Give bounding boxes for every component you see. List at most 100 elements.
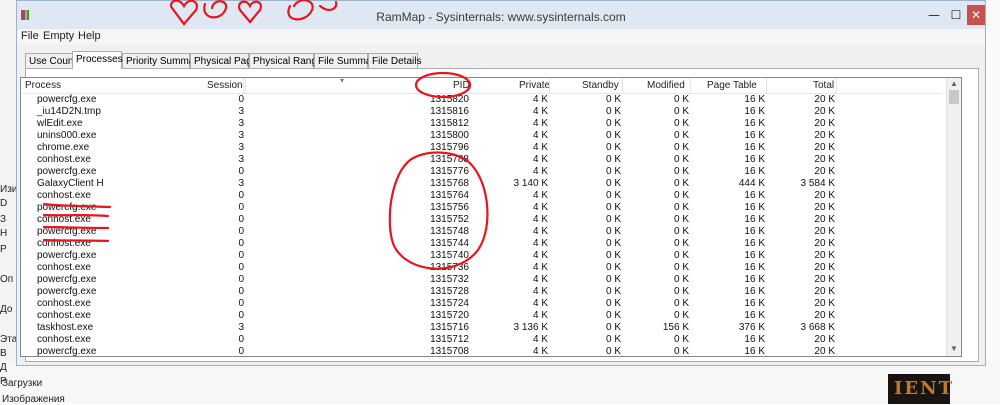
cell-page-table: 16 K (744, 166, 765, 177)
cell-standby: 0 K (605, 190, 621, 201)
col-separator[interactable] (836, 78, 837, 93)
menu-file[interactable]: File (21, 30, 39, 42)
tab-processes[interactable]: Processes (72, 51, 123, 69)
cell-process: conhost.exe (37, 298, 91, 309)
cell-standby: 0 K (605, 214, 621, 225)
tab-physical-ranges[interactable]: Physical Ranges (249, 53, 327, 68)
cell-modified: 0 K (673, 202, 689, 213)
cell-process: powercfg.exe (37, 202, 97, 213)
table-row[interactable]: powercfg.exe 0 1315732 4 K 0 K 0 K 16 K 20 K (21, 274, 941, 286)
col-private[interactable]: Private (519, 80, 550, 91)
cell-total: 20 K (814, 310, 835, 321)
table-row[interactable]: powercfg.exe 0 1315756 4 K 0 K 0 K 16 K 20 K (21, 202, 941, 214)
menu-help[interactable]: Help (78, 30, 101, 42)
table-row[interactable]: conhost.exe 0 1315724 4 K 0 K 0 K 16 K 20 K (21, 298, 941, 310)
cell-page-table: 16 K (744, 118, 765, 129)
cell-pid: 1315812 (430, 118, 469, 129)
scroll-up-icon[interactable]: ▲ (950, 79, 958, 88)
tab-priority-summary[interactable]: Priority Summary (122, 53, 203, 68)
tab-file-summary[interactable]: File Summary (314, 53, 380, 68)
cell-process: conhost.exe (37, 238, 91, 249)
col-separator[interactable] (622, 78, 623, 93)
col-modified[interactable]: Modified (647, 80, 685, 91)
col-standby[interactable]: Standby (582, 80, 619, 91)
cell-standby: 0 K (605, 178, 621, 189)
cell-modified: 0 K (673, 346, 689, 357)
col-session[interactable]: Session (207, 80, 243, 91)
menu-empty[interactable]: Empty (43, 30, 74, 42)
cell-pid: 1315720 (430, 310, 469, 321)
cell-private: 4 K (532, 226, 548, 237)
cell-pid: 1315764 (430, 190, 469, 201)
table-row[interactable]: conhost.exe 0 1315736 4 K 0 K 0 K 16 K 20 K (21, 262, 941, 274)
cell-session: 0 (238, 190, 244, 201)
col-separator[interactable] (690, 78, 691, 93)
table-row[interactable]: conhost.exe 0 1315744 4 K 0 K 0 K 16 K 20 K (21, 238, 941, 250)
table-row[interactable]: conhost.exe 3 1315788 4 K 0 K 0 K 16 K 20 K (21, 154, 941, 166)
table-row[interactable]: powercfg.exe 0 1315728 4 K 0 K 0 K 16 K 20 K (21, 286, 941, 298)
cell-modified: 0 K (673, 130, 689, 141)
col-pid[interactable]: PID (453, 80, 470, 91)
cell-private: 4 K (532, 142, 548, 153)
vertical-scrollbar[interactable]: ▲ ▼ (946, 78, 961, 356)
cell-pid: 1315740 (430, 250, 469, 261)
background-image-text: IENT (894, 378, 954, 399)
cell-page-table: 16 K (744, 286, 765, 297)
process-list[interactable]: Process Session ▾ PID Private Standby Mo… (20, 77, 962, 357)
cell-total: 20 K (814, 94, 835, 105)
minimize-button[interactable]: — (923, 5, 945, 25)
cell-session: 3 (238, 118, 244, 129)
table-row[interactable]: conhost.exe 0 1315720 4 K 0 K 0 K 16 K 20 K (21, 310, 941, 322)
cell-private: 4 K (532, 250, 548, 261)
cell-total: 20 K (814, 334, 835, 345)
col-separator[interactable] (470, 78, 471, 93)
title-bar[interactable]: RamMap - Sysinternals: www.sysinternals.… (17, 1, 985, 29)
cell-session: 0 (238, 274, 244, 285)
table-row[interactable]: unins000.exe 3 1315800 4 K 0 K 0 K 16 K 20 K (21, 130, 941, 142)
table-row[interactable]: _iu14D2N.tmp 3 1315816 4 K 0 K 0 K 16 K 20 K (21, 106, 941, 118)
cell-standby: 0 K (605, 154, 621, 165)
table-row[interactable]: conhost.exe 0 1315752 4 K 0 K 0 K 16 K 20 K (21, 214, 941, 226)
table-row[interactable]: powercfg.exe 0 1315740 4 K 0 K 0 K 16 K 20 K (21, 250, 941, 262)
cell-modified: 0 K (673, 190, 689, 201)
cell-total: 20 K (814, 238, 835, 249)
table-row[interactable]: conhost.exe 0 1315712 4 K 0 K 0 K 16 K 20 K (21, 334, 941, 346)
col-total[interactable]: Total (813, 80, 834, 91)
table-row[interactable]: conhost.exe 0 1315764 4 K 0 K 0 K 16 K 20 K (21, 190, 941, 202)
table-row[interactable]: powercfg.exe 0 1315748 4 K 0 K 0 K 16 K 20 K (21, 226, 941, 238)
col-process[interactable]: Process (25, 80, 61, 91)
scroll-down-icon[interactable]: ▼ (950, 344, 958, 353)
cell-page-table: 16 K (744, 154, 765, 165)
cell-standby: 0 K (605, 298, 621, 309)
tab-file-details[interactable]: File Details (368, 53, 421, 68)
cell-pid: 1315752 (430, 214, 469, 225)
table-row[interactable]: powercfg.exe 0 1315708 4 K 0 K 0 K 16 K 20 K (21, 346, 941, 357)
table-row[interactable]: wlEdit.exe 3 1315812 4 K 0 K 0 K 16 K 20 K (21, 118, 941, 130)
cell-page-table: 16 K (744, 106, 765, 117)
cell-modified: 0 K (673, 154, 689, 165)
col-separator[interactable] (766, 78, 767, 93)
tab-use-counts[interactable]: Use Counts (25, 53, 81, 68)
maximize-button[interactable]: ☐ (945, 5, 967, 25)
col-separator[interactable] (243, 78, 244, 93)
col-page-table[interactable]: Page Table (707, 80, 757, 91)
table-row[interactable]: GalaxyClient H 3 1315768 3 140 K 0 K 0 K 444 K… (21, 178, 941, 190)
table-row[interactable]: chrome.exe 3 1315796 4 K 0 K 0 K 16 K 20 K (21, 142, 941, 154)
cell-session: 0 (238, 94, 244, 105)
table-row[interactable]: powercfg.exe 0 1315820 4 K 0 K 0 K 16 K 20 K (21, 94, 941, 106)
col-separator[interactable] (245, 78, 246, 93)
table-row[interactable]: powercfg.exe 0 1315776 4 K 0 K 0 K 16 K 20 K (21, 166, 941, 178)
close-button[interactable]: ✕ (967, 5, 985, 25)
cell-session: 0 (238, 286, 244, 297)
cell-process: powercfg.exe (37, 274, 97, 285)
table-row[interactable]: taskhost.exe 3 1315716 3 136 K 0 K 156 K 376 K… (21, 322, 941, 334)
cell-pid: 1315756 (430, 202, 469, 213)
cell-pid: 1315816 (430, 106, 469, 117)
cell-page-table: 16 K (744, 202, 765, 213)
cell-modified: 0 K (673, 310, 689, 321)
cell-standby: 0 K (605, 322, 621, 333)
cell-page-table: 16 K (744, 250, 765, 261)
tab-physical-pages[interactable]: Physical Pages (190, 53, 262, 68)
col-separator[interactable] (549, 78, 550, 93)
scrollbar-thumb[interactable] (949, 90, 959, 104)
